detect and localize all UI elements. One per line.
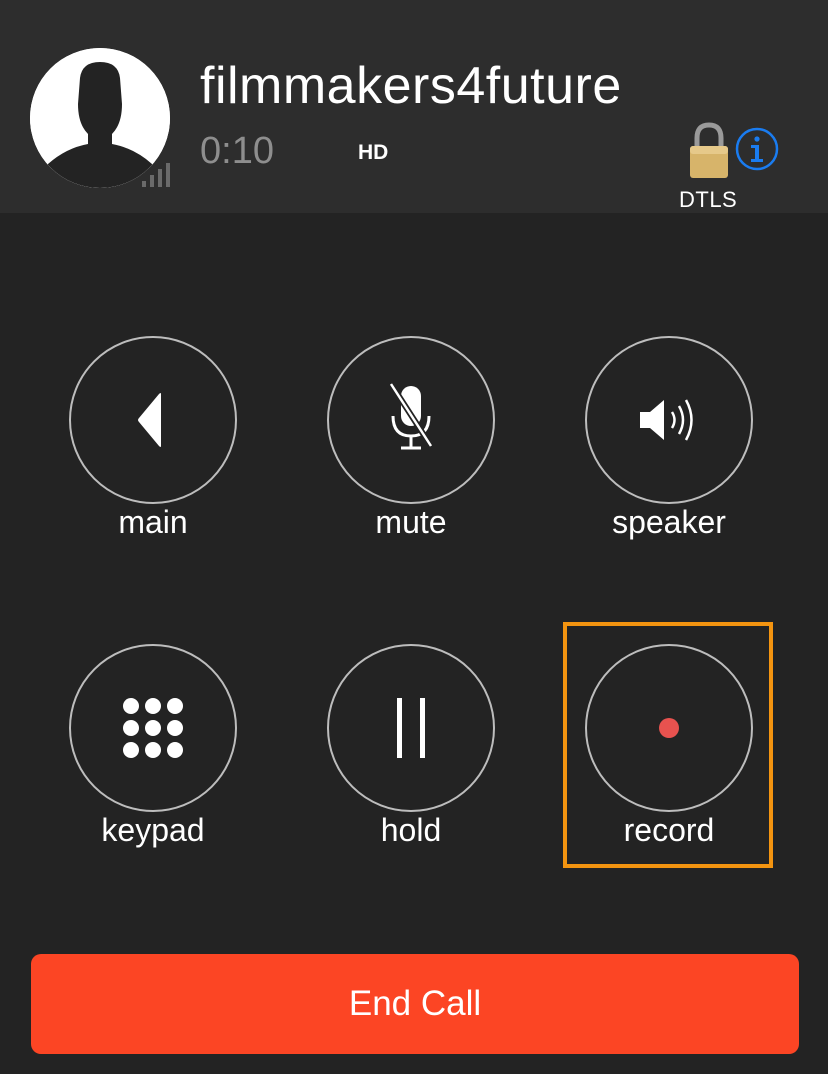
signal-strength-icon xyxy=(142,163,170,187)
contact-name: filmmakers4future xyxy=(200,57,622,115)
call-header: filmmakers4future 0:10 HD DTLS xyxy=(0,0,828,213)
speaker-button-circle[interactable] xyxy=(585,336,753,504)
keypad-button[interactable]: keypad xyxy=(53,644,253,864)
hold-button[interactable]: hold xyxy=(311,644,511,864)
lock-icon[interactable] xyxy=(688,122,730,180)
main-button-label: main xyxy=(118,504,188,540)
record-button-circle[interactable] xyxy=(585,644,753,812)
main-button-circle[interactable] xyxy=(69,336,237,504)
info-icon[interactable] xyxy=(735,127,779,171)
speaker-button[interactable]: speaker xyxy=(569,336,769,556)
keypad-button-label: keypad xyxy=(101,812,205,848)
keypad-button-circle[interactable] xyxy=(69,644,237,812)
hold-button-circle[interactable] xyxy=(327,644,495,812)
record-button[interactable]: record xyxy=(569,644,769,864)
record-dot-icon xyxy=(659,718,679,738)
record-button-label: record xyxy=(623,812,715,848)
speaker-button-label: speaker xyxy=(612,504,726,540)
end-call-button[interactable]: End Call xyxy=(31,954,799,1054)
main-button[interactable]: main xyxy=(53,336,253,556)
speaker-icon xyxy=(640,399,693,441)
hd-badge: HD xyxy=(358,141,389,164)
mute-button[interactable]: mute xyxy=(311,336,511,556)
security-protocol-label: DTLS xyxy=(679,187,738,212)
back-triangle-icon xyxy=(138,393,161,447)
hold-button-label: hold xyxy=(380,812,442,848)
mic-off-icon xyxy=(388,382,434,450)
mute-button-label: mute xyxy=(375,504,447,540)
mute-button-circle[interactable] xyxy=(327,336,495,504)
call-screen: filmmakers4future 0:10 HD DTLS main mute… xyxy=(0,0,828,1074)
pause-icon xyxy=(397,698,425,758)
keypad-icon xyxy=(123,698,183,758)
call-duration: 0:10 xyxy=(200,130,274,172)
